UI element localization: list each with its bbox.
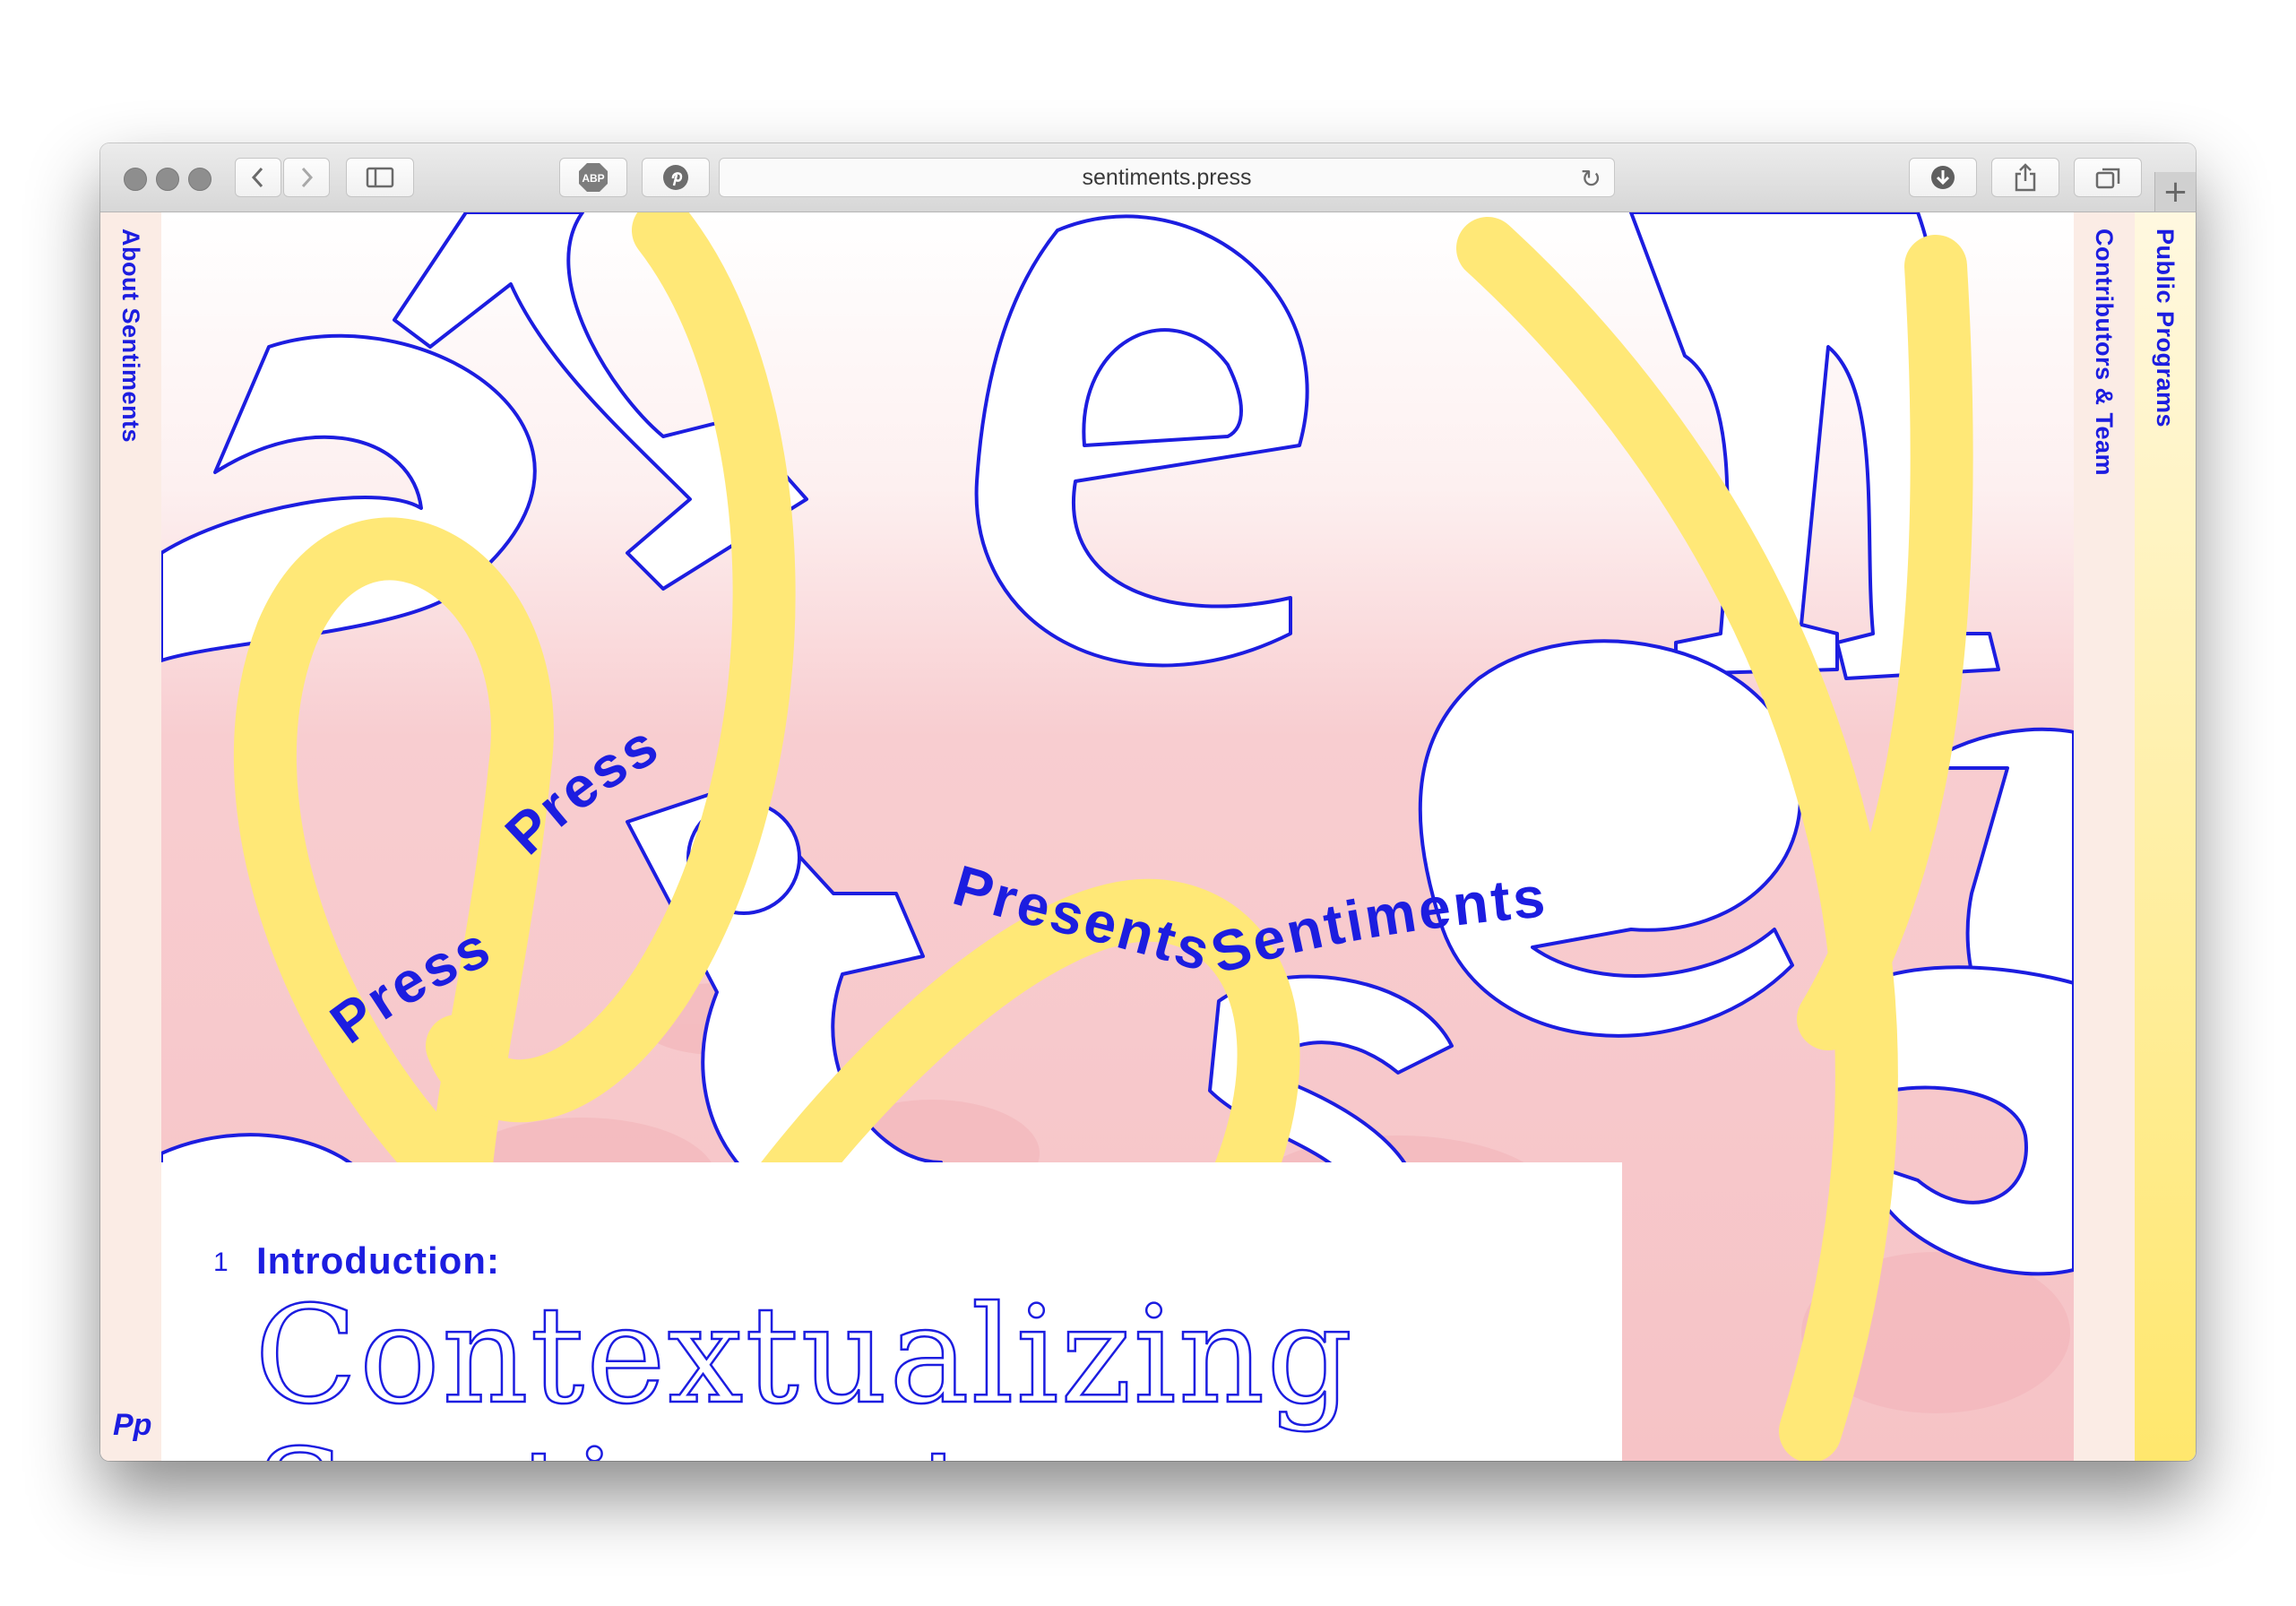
sidebar-button[interactable] (346, 158, 414, 197)
chevron-left-icon (251, 167, 263, 188)
browser-toolbar: ABP sentiments.press ↻ + (100, 143, 2196, 212)
contributors-team-link[interactable]: Contributors & Team (2090, 229, 2118, 476)
url-text: sentiments.press (1082, 164, 1252, 190)
back-button[interactable] (235, 158, 281, 197)
section-label[interactable]: Introduction: (256, 1239, 500, 1282)
tabs-overview-button[interactable] (2074, 158, 2142, 197)
intro-card: 1 Introduction: Contextualizing Sentimen… (161, 1162, 1622, 1461)
reload-icon[interactable]: ↻ (1581, 164, 1601, 194)
about-sentiments-link[interactable]: About Sentiments (117, 229, 144, 443)
adblock-button[interactable]: ABP (559, 158, 627, 197)
public-programs-link[interactable]: Public Programs (2151, 229, 2179, 427)
address-bar[interactable]: sentiments.press ↻ (719, 158, 1615, 197)
section-number: 1 (213, 1248, 229, 1277)
section-title[interactable]: Contextualizing Sentiments (254, 1283, 1599, 1461)
zoom-window-button[interactable] (188, 168, 211, 191)
share-button[interactable] (1991, 158, 2059, 197)
sidebar-icon (366, 167, 394, 188)
close-window-button[interactable] (124, 168, 147, 191)
minimize-window-button[interactable] (156, 168, 179, 191)
svg-text:ABP: ABP (582, 172, 604, 185)
downloads-button[interactable] (1909, 158, 1977, 197)
pinterest-icon (663, 165, 688, 190)
right-nav-rail-contributors: Contributors & Team (2074, 212, 2135, 1461)
adblock-stop-icon: ABP (579, 163, 608, 192)
new-tab-button[interactable]: + (2154, 172, 2196, 212)
share-icon (2015, 163, 2036, 192)
right-nav-rail-programs: Public Programs (2135, 212, 2196, 1461)
forward-button[interactable] (283, 158, 330, 197)
pinterest-button[interactable] (642, 158, 710, 197)
plus-icon: + (2162, 174, 2188, 210)
tabs-icon (2095, 168, 2120, 189)
left-nav-rail: About Sentiments Pp (100, 212, 161, 1461)
download-icon (1931, 166, 1955, 189)
chevron-right-icon (301, 167, 314, 188)
press-press-logo[interactable]: Pp (113, 1408, 151, 1443)
